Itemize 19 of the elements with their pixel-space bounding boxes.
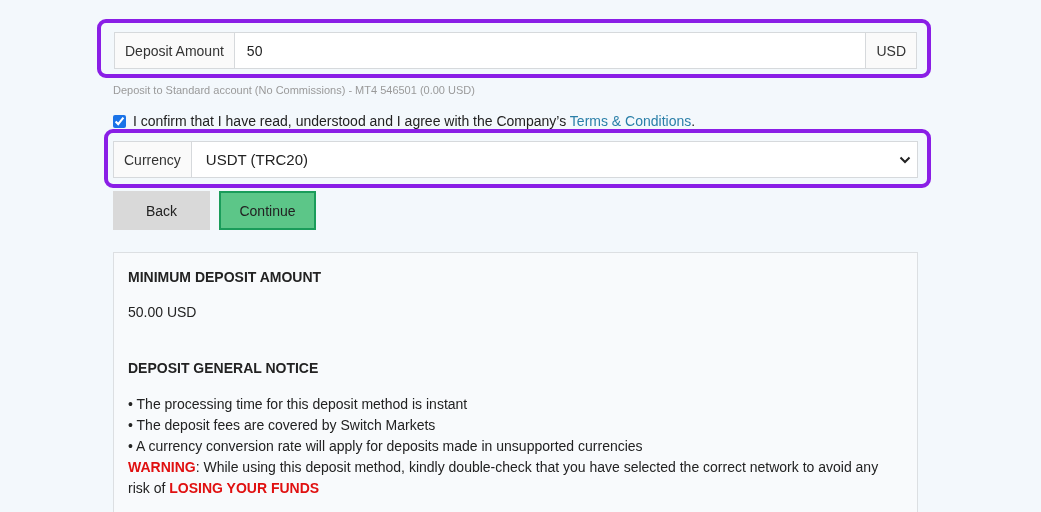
confirm-checkbox[interactable] xyxy=(113,114,126,128)
currency-suffix: USD xyxy=(865,33,916,68)
section-heading: DEPOSIT GENERAL NOTICE xyxy=(128,360,320,376)
select-value: USDT (TRC20) xyxy=(204,150,310,170)
account-hint: Deposit to Standard account (No Commissions) - MT4 546501 (0.00 USD) xyxy=(113,84,476,96)
notice-item: • A currency conversion rate will apply for deposits made in unsupported currencies xyxy=(128,437,644,456)
currency-select[interactable]: Currency USDT (TRC20) xyxy=(113,141,918,178)
notice-item: • The deposit fees are covered by Switch Markets xyxy=(128,416,437,435)
minimum-amount: 50.00 USD xyxy=(128,304,198,320)
notice-item: • The processing time for this deposit method is instant xyxy=(128,395,469,414)
confirm-text: I confirm that I have read, understood and I agree with the Company’s Terms & Conditions. xyxy=(133,113,696,129)
warning-text: WARNING: While using this deposit method, kindly double-check that you have selected the correct network to avoid any risk of LOSING YOUR FUNDS xyxy=(128,458,880,498)
back-button[interactable]: Back xyxy=(113,191,210,230)
field-label: Currency xyxy=(114,142,192,177)
continue-button[interactable]: Continue xyxy=(219,191,316,230)
section-heading: MINIMUM DEPOSIT AMOUNT xyxy=(128,269,323,285)
field-label: Deposit Amount xyxy=(115,33,235,68)
deposit-amount-field[interactable]: Deposit Amount 50 USD xyxy=(114,32,917,69)
chevron-down-icon xyxy=(899,155,911,164)
